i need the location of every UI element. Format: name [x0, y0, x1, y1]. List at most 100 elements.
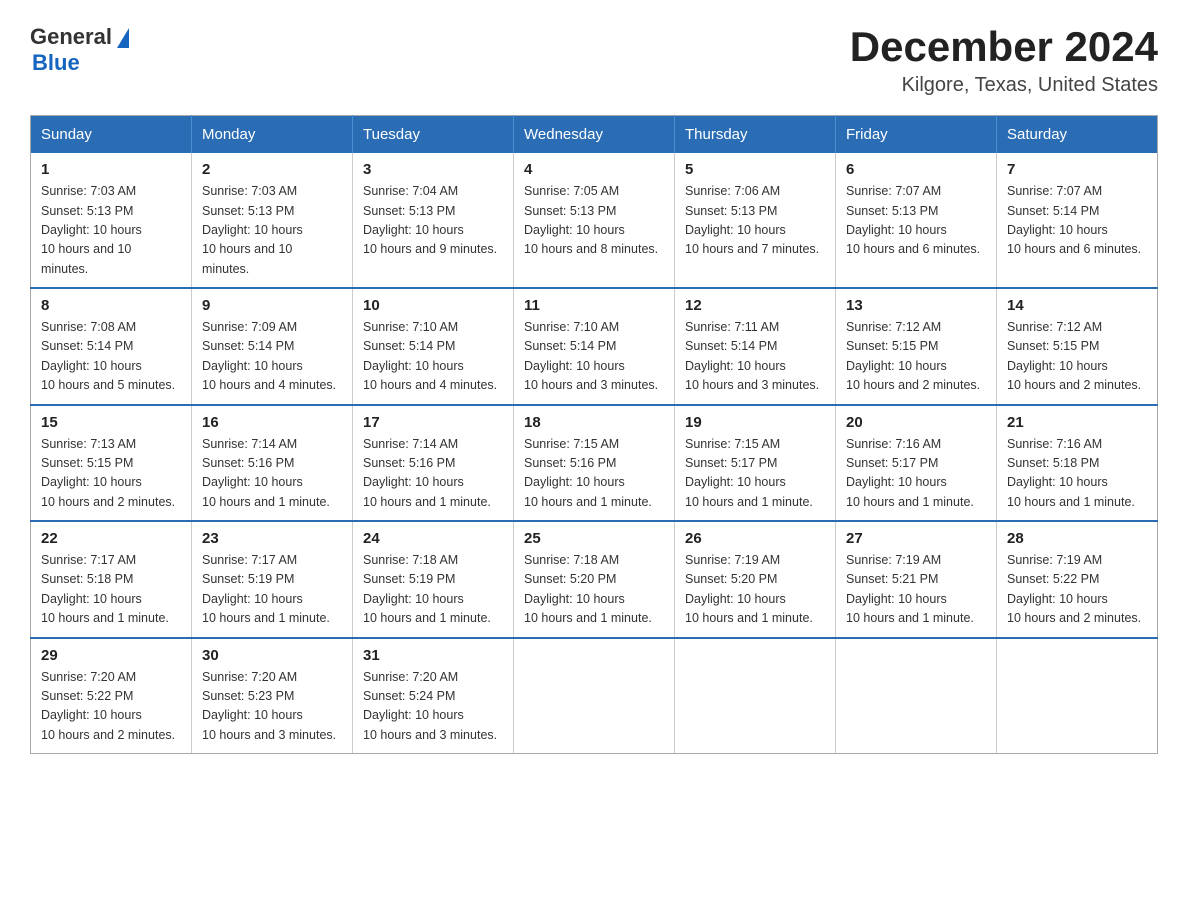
calendar-cell: 29Sunrise: 7:20 AMSunset: 5:22 PMDayligh… [31, 638, 192, 754]
day-info: Sunrise: 7:10 AMSunset: 5:14 PMDaylight:… [524, 318, 664, 396]
calendar-cell: 10 Sunrise: 7:10 AMSunset: 5:14 PMDayligh… [353, 288, 514, 405]
header-friday: Friday [836, 116, 997, 154]
day-number: 12 [685, 297, 825, 314]
header-tuesday: Tuesday [353, 116, 514, 154]
calendar-cell [997, 638, 1158, 754]
day-info: Sunrise: 7:19 AMSunset: 5:21 PMDaylight:… [846, 551, 986, 629]
day-number: 14 [1007, 297, 1147, 314]
day-info: Sunrise: 7:12 AMSunset: 5:15 PMDaylight:… [846, 318, 986, 396]
day-info: Sunrise: 7:17 AMSunset: 5:18 PMDaylight:… [41, 551, 181, 629]
calendar-cell: 31 Sunrise: 7:20 AMSunset: 5:24 PMDayligh… [353, 638, 514, 754]
day-info: Sunrise: 7:08 AMSunset: 5:14 PMDaylight:… [41, 318, 181, 396]
calendar-cell: 12 Sunrise: 7:11 AMSunset: 5:14 PMDayligh… [675, 288, 836, 405]
calendar-cell [514, 638, 675, 754]
calendar-cell [836, 638, 997, 754]
calendar-week-row: 8 Sunrise: 7:08 AMSunset: 5:14 PMDaylight… [31, 288, 1158, 405]
day-info: Sunrise: 7:12 AMSunset: 5:15 PMDaylight:… [1007, 318, 1147, 396]
page-title: December 2024 [850, 24, 1158, 70]
calendar-cell: 24Sunrise: 7:18 AMSunset: 5:19 PMDayligh… [353, 521, 514, 638]
calendar-cell: 28 Sunrise: 7:19 AMSunset: 5:22 PMDayligh… [997, 521, 1158, 638]
day-number: 20 [846, 414, 986, 431]
calendar-cell: 23 Sunrise: 7:17 AMSunset: 5:19 PMDayligh… [192, 521, 353, 638]
calendar-cell: 21Sunrise: 7:16 AMSunset: 5:18 PMDayligh… [997, 405, 1158, 522]
day-info: Sunrise: 7:15 AMSunset: 5:17 PMDaylight:… [685, 435, 825, 513]
calendar-cell: 6Sunrise: 7:07 AMSunset: 5:13 PMDaylight… [836, 153, 997, 288]
logo-triangle-icon [117, 28, 129, 48]
day-info: Sunrise: 7:19 AMSunset: 5:22 PMDaylight:… [1007, 551, 1147, 629]
calendar-week-row: 22 Sunrise: 7:17 AMSunset: 5:18 PMDayligh… [31, 521, 1158, 638]
day-number: 16 [202, 414, 342, 431]
day-info: Sunrise: 7:10 AMSunset: 5:14 PMDaylight:… [363, 318, 503, 396]
calendar-cell: 4 Sunrise: 7:05 AMSunset: 5:13 PMDaylight… [514, 153, 675, 288]
logo: General Blue [30, 24, 129, 76]
calendar-cell: 27 Sunrise: 7:19 AMSunset: 5:21 PMDayligh… [836, 521, 997, 638]
day-number: 6 [846, 161, 986, 178]
calendar-cell: 30 Sunrise: 7:20 AMSunset: 5:23 PMDayligh… [192, 638, 353, 754]
header-saturday: Saturday [997, 116, 1158, 154]
calendar-cell: 7 Sunrise: 7:07 AMSunset: 5:14 PMDaylight… [997, 153, 1158, 288]
day-info: Sunrise: 7:19 AMSunset: 5:20 PMDaylight:… [685, 551, 825, 629]
day-info: Sunrise: 7:13 AMSunset: 5:15 PMDaylight:… [41, 435, 181, 513]
calendar-table: SundayMondayTuesdayWednesdayThursdayFrid… [30, 115, 1158, 754]
calendar-cell [675, 638, 836, 754]
calendar-cell: 19 Sunrise: 7:15 AMSunset: 5:17 PMDayligh… [675, 405, 836, 522]
day-number: 5 [685, 161, 825, 178]
logo-general: General [30, 24, 112, 50]
day-number: 4 [524, 161, 664, 178]
day-info: Sunrise: 7:07 AMSunset: 5:14 PMDaylight:… [1007, 182, 1147, 260]
day-info: Sunrise: 7:20 AMSunset: 5:23 PMDaylight:… [202, 668, 342, 746]
day-number: 7 [1007, 161, 1147, 178]
calendar-cell: 5 Sunrise: 7:06 AMSunset: 5:13 PMDaylight… [675, 153, 836, 288]
day-number: 3 [363, 161, 503, 178]
day-number: 8 [41, 297, 181, 314]
day-number: 1 [41, 161, 181, 178]
calendar-header-row: SundayMondayTuesdayWednesdayThursdayFrid… [31, 116, 1158, 154]
header-wednesday: Wednesday [514, 116, 675, 154]
day-number: 31 [363, 647, 503, 664]
day-number: 27 [846, 530, 986, 547]
day-number: 9 [202, 297, 342, 314]
day-number: 21 [1007, 414, 1147, 431]
day-info: Sunrise: 7:16 AMSunset: 5:17 PMDaylight:… [846, 435, 986, 513]
day-number: 30 [202, 647, 342, 664]
day-info: Sunrise: 7:06 AMSunset: 5:13 PMDaylight:… [685, 182, 825, 260]
calendar-cell: 9 Sunrise: 7:09 AMSunset: 5:14 PMDaylight… [192, 288, 353, 405]
day-info: Sunrise: 7:11 AMSunset: 5:14 PMDaylight:… [685, 318, 825, 396]
day-number: 15 [41, 414, 181, 431]
day-info: Sunrise: 7:04 AMSunset: 5:13 PMDaylight:… [363, 182, 503, 260]
day-number: 10 [363, 297, 503, 314]
day-number: 22 [41, 530, 181, 547]
header-monday: Monday [192, 116, 353, 154]
day-number: 23 [202, 530, 342, 547]
day-info: Sunrise: 7:17 AMSunset: 5:19 PMDaylight:… [202, 551, 342, 629]
day-number: 18 [524, 414, 664, 431]
calendar-cell: 15 Sunrise: 7:13 AMSunset: 5:15 PMDayligh… [31, 405, 192, 522]
header-thursday: Thursday [675, 116, 836, 154]
calendar-cell: 2 Sunrise: 7:03 AMSunset: 5:13 PMDaylight… [192, 153, 353, 288]
calendar-cell: 1 Sunrise: 7:03 AMSunset: 5:13 PMDaylight… [31, 153, 192, 288]
calendar-cell: 22 Sunrise: 7:17 AMSunset: 5:18 PMDayligh… [31, 521, 192, 638]
calendar-week-row: 29Sunrise: 7:20 AMSunset: 5:22 PMDayligh… [31, 638, 1158, 754]
day-info: Sunrise: 7:14 AMSunset: 5:16 PMDaylight:… [363, 435, 503, 513]
day-info: Sunrise: 7:03 AMSunset: 5:13 PMDaylight:… [41, 182, 181, 279]
header-sunday: Sunday [31, 116, 192, 154]
day-info: Sunrise: 7:18 AMSunset: 5:19 PMDaylight:… [363, 551, 503, 629]
day-number: 13 [846, 297, 986, 314]
day-number: 19 [685, 414, 825, 431]
day-info: Sunrise: 7:20 AMSunset: 5:24 PMDaylight:… [363, 668, 503, 746]
calendar-cell: 18Sunrise: 7:15 AMSunset: 5:16 PMDayligh… [514, 405, 675, 522]
day-number: 29 [41, 647, 181, 664]
calendar-cell: 16Sunrise: 7:14 AMSunset: 5:16 PMDayligh… [192, 405, 353, 522]
day-info: Sunrise: 7:03 AMSunset: 5:13 PMDaylight:… [202, 182, 342, 279]
day-info: Sunrise: 7:18 AMSunset: 5:20 PMDaylight:… [524, 551, 664, 629]
page-header: General Blue December 2024 Kilgore, Texa… [30, 24, 1158, 97]
day-info: Sunrise: 7:09 AMSunset: 5:14 PMDaylight:… [202, 318, 342, 396]
day-number: 2 [202, 161, 342, 178]
day-info: Sunrise: 7:05 AMSunset: 5:13 PMDaylight:… [524, 182, 664, 260]
day-number: 17 [363, 414, 503, 431]
calendar-week-row: 15 Sunrise: 7:13 AMSunset: 5:15 PMDayligh… [31, 405, 1158, 522]
calendar-week-row: 1 Sunrise: 7:03 AMSunset: 5:13 PMDaylight… [31, 153, 1158, 288]
day-number: 28 [1007, 530, 1147, 547]
calendar-cell: 3 Sunrise: 7:04 AMSunset: 5:13 PMDaylight… [353, 153, 514, 288]
day-number: 26 [685, 530, 825, 547]
